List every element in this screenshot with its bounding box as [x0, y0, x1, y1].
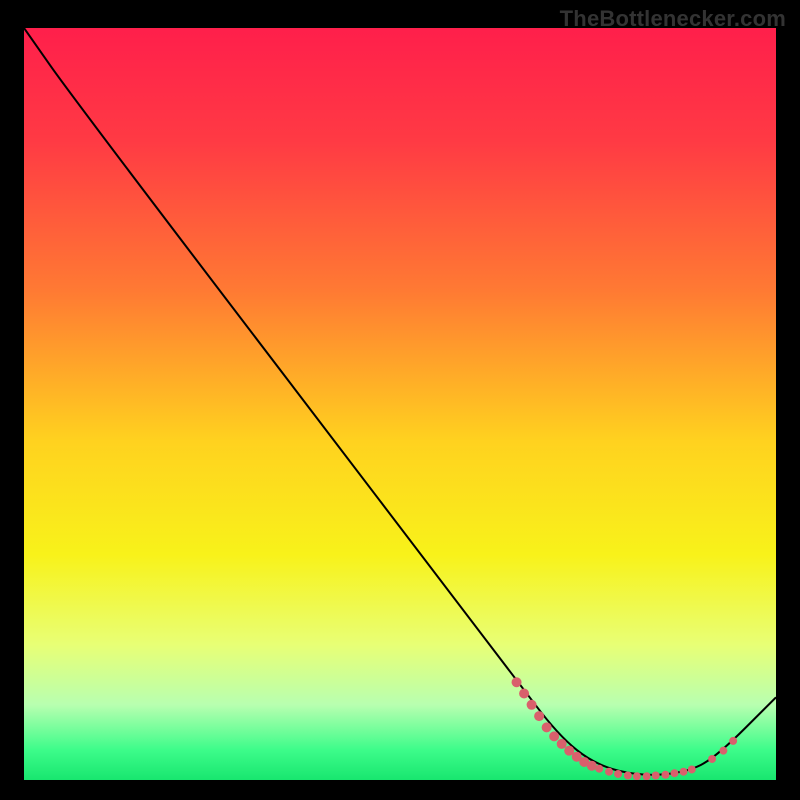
data-marker [633, 772, 641, 780]
data-marker [527, 700, 537, 710]
gradient-background [24, 28, 776, 780]
data-marker [512, 677, 522, 687]
data-marker [605, 768, 613, 776]
data-marker [643, 772, 651, 780]
data-marker [708, 755, 716, 763]
data-marker [729, 737, 737, 745]
data-marker [587, 761, 597, 771]
data-marker [595, 765, 603, 773]
plot-area [24, 28, 776, 780]
data-marker [542, 722, 552, 732]
data-marker [661, 771, 669, 779]
chart-svg [24, 28, 776, 780]
data-marker [680, 768, 688, 776]
data-marker [688, 765, 696, 773]
data-marker [519, 689, 529, 699]
data-marker [624, 771, 632, 779]
data-marker [614, 770, 622, 778]
data-marker [557, 739, 567, 749]
data-marker [652, 771, 660, 779]
data-marker [549, 731, 559, 741]
chart-frame: TheBottlenecker.com [0, 0, 800, 800]
data-marker [534, 711, 544, 721]
data-marker [670, 769, 678, 777]
data-marker [719, 747, 727, 755]
